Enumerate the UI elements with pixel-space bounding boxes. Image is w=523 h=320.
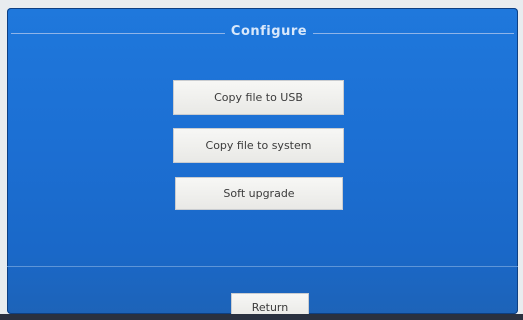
copy-file-to-usb-button[interactable]: Copy file to USB [173, 80, 344, 115]
return-button[interactable]: Return [231, 293, 309, 314]
bottom-divider [7, 266, 518, 267]
soft-upgrade-button[interactable]: Soft upgrade [175, 177, 343, 210]
page-title: Configure [230, 24, 308, 39]
copy-file-to-system-button[interactable]: Copy file to system [173, 128, 344, 163]
title-row: Configure [7, 22, 518, 42]
configure-screen: Configure Copy file to USB Copy file to … [7, 8, 518, 314]
title-divider-right [313, 33, 514, 34]
title-divider-left [11, 33, 225, 34]
device-bezel [0, 314, 523, 320]
